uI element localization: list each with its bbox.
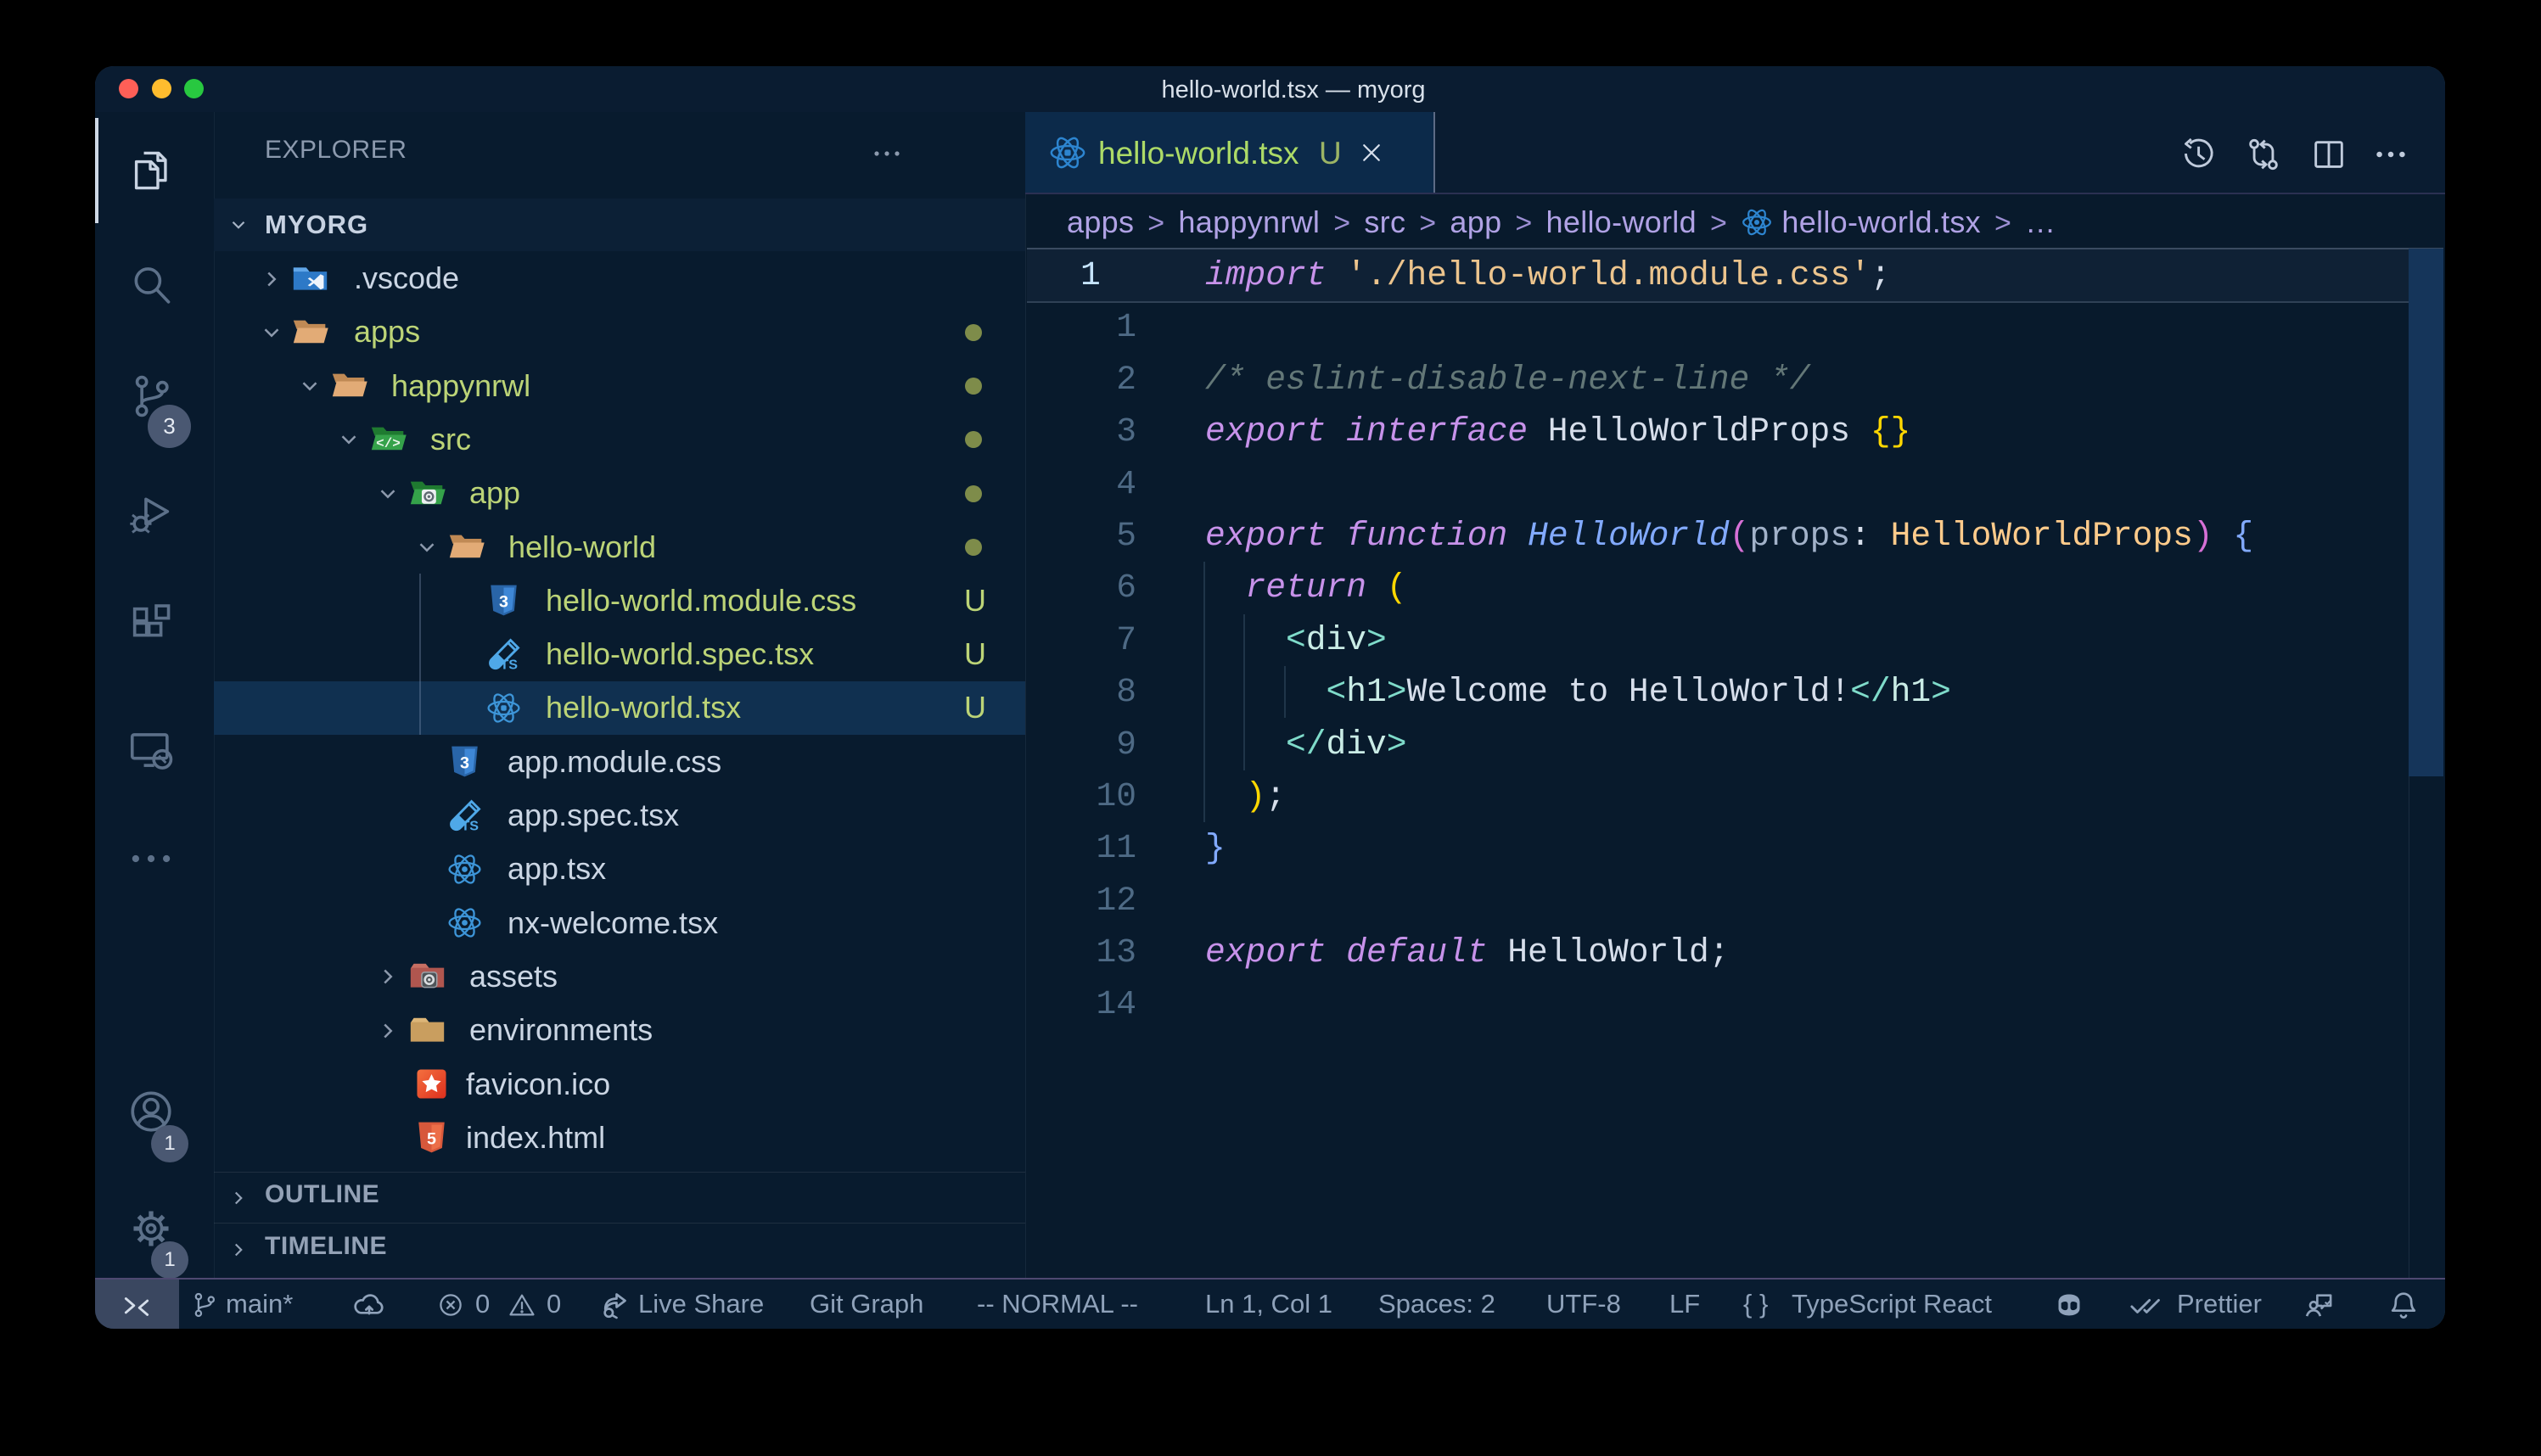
svg-text:TS: TS	[461, 818, 479, 833]
svg-text:3: 3	[499, 593, 508, 612]
svg-text:</>: </>	[376, 436, 401, 451]
svg-text:5: 5	[427, 1130, 436, 1149]
svg-text:3: 3	[460, 754, 469, 773]
svg-text:TS: TS	[500, 657, 518, 672]
